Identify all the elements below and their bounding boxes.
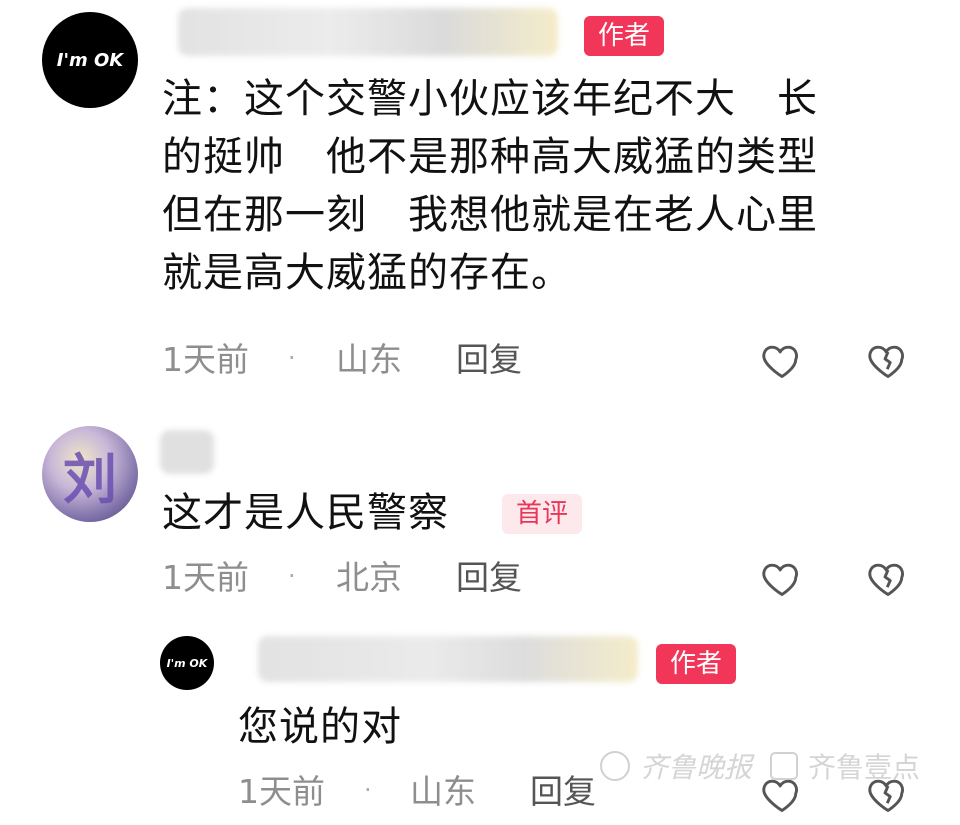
first-comment-badge: 首评	[502, 494, 582, 534]
comment-line: 注：这个交警小伙应该年纪不大 长	[162, 76, 818, 122]
author-avatar[interactable]: I'm OK	[42, 12, 138, 108]
comment-line: 就是高大威猛的存在。	[162, 250, 572, 296]
meta-separator: ·	[288, 344, 296, 372]
user-avatar[interactable]: 刘	[42, 426, 138, 522]
username-blurred[interactable]	[258, 636, 638, 682]
like-heart-icon[interactable]	[760, 338, 804, 382]
author-avatar[interactable]: I'm OK	[160, 636, 214, 690]
watermark-app-icon	[770, 752, 799, 780]
meta-separator: ·	[288, 562, 296, 590]
dislike-broken-heart-icon[interactable]	[866, 556, 910, 600]
reply-button[interactable]: 回复	[456, 340, 522, 380]
comment-text: 这才是人民警察	[162, 490, 449, 536]
watermark-left-text: 齐鲁晚报	[640, 751, 753, 784]
avatar-text: I'm OK	[166, 656, 208, 670]
comment-text: 注：这个交警小伙应该年纪不大 长 的挺帅 他不是那种高大威猛的类型 但在那一刻 …	[162, 70, 922, 302]
username-blurred[interactable]	[178, 8, 558, 56]
comment-location: 北京	[336, 558, 402, 597]
reply-button[interactable]: 回复	[530, 772, 596, 812]
like-heart-icon[interactable]	[760, 556, 804, 600]
comment-time: 1天前	[238, 772, 325, 811]
reply-button[interactable]: 回复	[456, 558, 522, 598]
comment-location: 山东	[336, 340, 402, 379]
watermark-logo-icon	[600, 751, 630, 781]
author-badge: 作者	[584, 16, 664, 56]
comment-text: 您说的对	[238, 704, 402, 750]
dislike-broken-heart-icon[interactable]	[866, 338, 910, 382]
watermark: 齐鲁晚报 齐鲁壹点	[600, 746, 920, 786]
meta-separator: ·	[364, 776, 372, 804]
comment-time: 1天前	[162, 340, 249, 379]
avatar-text: I'm OK	[56, 49, 124, 71]
watermark-right-text: 齐鲁壹点	[808, 751, 921, 784]
comment-time: 1天前	[162, 558, 249, 597]
comment-line: 的挺帅 他不是那种高大威猛的类型	[162, 134, 818, 180]
comment-line: 但在那一刻 我想他就是在老人心里	[162, 192, 818, 238]
comment-location: 山东	[410, 772, 476, 811]
username-blurred[interactable]	[160, 430, 214, 474]
avatar-text: 刘	[63, 446, 117, 511]
author-badge: 作者	[656, 644, 736, 684]
